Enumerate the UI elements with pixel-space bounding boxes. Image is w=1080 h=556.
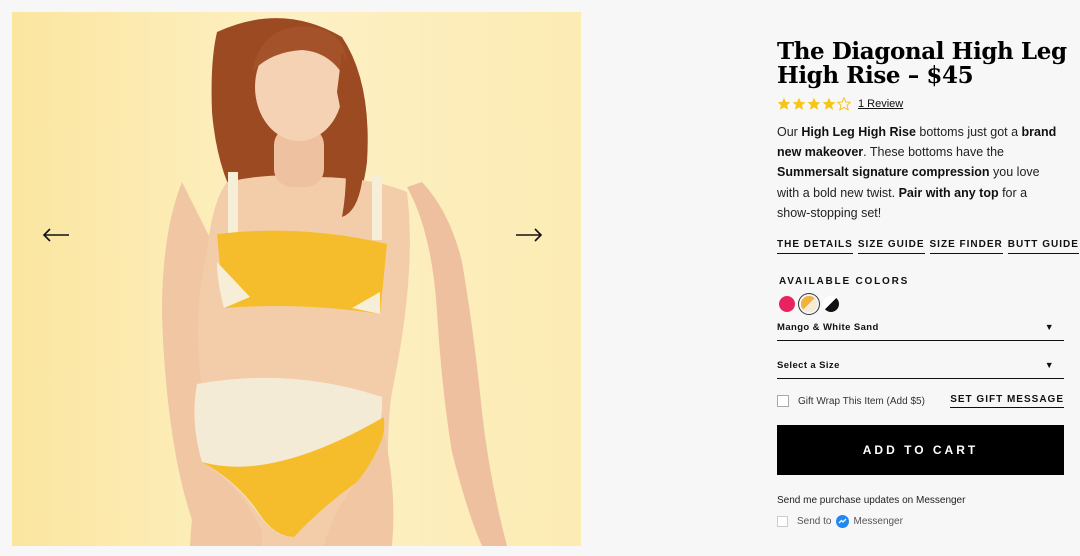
color-select[interactable]: Mango & White Sand ▼ bbox=[777, 322, 1064, 342]
rating-stars bbox=[777, 97, 851, 111]
black-white-swatch[interactable] bbox=[823, 296, 839, 313]
available-colors-label: AVAILABLE COLORS bbox=[779, 276, 910, 288]
messenger-brand: Messenger bbox=[853, 516, 903, 528]
product-page: The Diagonal High Leg High Rise – $45 1 … bbox=[0, 0, 1080, 556]
color-select-value: Mango & White Sand bbox=[777, 322, 879, 334]
product-title: The Diagonal High Leg High Rise – $45 bbox=[777, 38, 1067, 89]
previous-image-button[interactable] bbox=[42, 228, 76, 256]
caret-down-icon: ▼ bbox=[1044, 322, 1054, 333]
messenger-send-row: Send to Messenger bbox=[777, 515, 1067, 529]
pink-swatch[interactable] bbox=[779, 296, 795, 313]
send-to-label: Send to bbox=[797, 516, 832, 528]
reviews-link[interactable]: 1 Review bbox=[858, 98, 903, 110]
gift-wrap-row: Gift Wrap This Item (Add $5) SET GIFT ME… bbox=[777, 394, 1064, 409]
product-links: THE DETAILS SIZE GUIDE SIZE FINDER BUTT … bbox=[777, 239, 1079, 255]
star-filled-icon bbox=[792, 97, 806, 110]
product-description: Our High Leg High Rise bottoms just got … bbox=[777, 122, 1063, 223]
add-to-cart-button[interactable]: ADD TO CART bbox=[777, 425, 1064, 476]
star-filled-icon bbox=[777, 97, 791, 110]
gift-wrap-label: Gift Wrap This Item (Add $5) bbox=[798, 395, 925, 407]
messenger-prompt: Send me purchase updates on Messenger bbox=[777, 495, 966, 507]
product-info: The Diagonal High Leg High Rise – $45 1 … bbox=[777, 38, 1079, 529]
messenger-checkbox[interactable] bbox=[777, 516, 788, 528]
model-photo bbox=[12, 12, 581, 546]
star-filled-icon bbox=[807, 97, 821, 110]
size-select-placeholder: Select a Size bbox=[777, 360, 840, 372]
color-swatches bbox=[779, 296, 1067, 313]
desc-text: bottoms just got a bbox=[915, 125, 1022, 139]
next-image-button[interactable] bbox=[515, 228, 549, 256]
set-gift-message-link[interactable]: SET GIFT MESSAGE bbox=[950, 394, 1064, 409]
size-finder-link[interactable]: SIZE FINDER bbox=[929, 239, 1003, 255]
desc-bold: High Leg High Rise bbox=[801, 125, 916, 139]
mango-white-sand-swatch[interactable] bbox=[801, 296, 817, 313]
size-guide-link[interactable]: SIZE GUIDE bbox=[857, 239, 925, 255]
caret-down-icon: ▼ bbox=[1044, 360, 1054, 371]
arrow-left-icon bbox=[42, 228, 69, 242]
desc-text: . These bottoms have the bbox=[863, 145, 1004, 160]
star-filled-icon bbox=[822, 97, 836, 110]
product-rating: 1 Review bbox=[777, 96, 1067, 112]
details-link[interactable]: THE DETAILS bbox=[777, 239, 853, 255]
product-image-gallery bbox=[12, 12, 581, 546]
star-empty-icon bbox=[837, 97, 851, 111]
messenger-icon bbox=[836, 515, 850, 529]
butt-guide-link[interactable]: BUTT GUIDE bbox=[1007, 239, 1079, 255]
size-select[interactable]: Select a Size ▼ bbox=[777, 360, 1064, 380]
desc-bold: Pair with any top bbox=[898, 185, 999, 200]
desc-text: Our bbox=[777, 125, 802, 139]
desc-bold: Summersalt signature compression bbox=[777, 165, 990, 180]
arrow-right-icon bbox=[516, 228, 543, 242]
gift-wrap-checkbox[interactable] bbox=[777, 395, 789, 408]
